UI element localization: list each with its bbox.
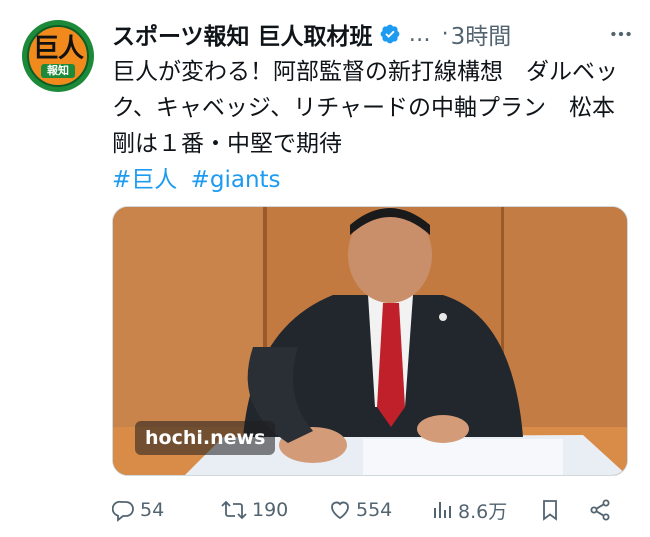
- action-bar: 54 190 554 8.6万: [110, 490, 630, 530]
- like-button[interactable]: 554: [328, 498, 392, 522]
- like-count: 554: [356, 499, 393, 521]
- heart-icon: [331, 501, 349, 520]
- views-button[interactable]: 8.6万: [432, 497, 507, 524]
- more-options-icon[interactable]: [606, 19, 636, 49]
- retweet-icon: [221, 500, 247, 520]
- hashtag-link[interactable]: #giants: [191, 167, 281, 193]
- avatar-sub-text: 報知: [41, 63, 75, 78]
- hashtag-link[interactable]: #巨人: [112, 167, 177, 193]
- tweet-timestamp[interactable]: 3時間: [451, 17, 512, 51]
- handle-truncation: …: [408, 21, 432, 47]
- reply-count: 54: [140, 499, 165, 521]
- tweet-text: 巨人が変わる！阿部監督の新打線構想 ダルベック、キャベッジ、リチャードの中軸プラ…: [112, 59, 618, 157]
- tweet-media-image[interactable]: hochi.news: [112, 206, 628, 476]
- reply-button[interactable]: 54: [112, 498, 164, 522]
- reply-icon: [112, 500, 134, 522]
- share-button[interactable]: [588, 498, 612, 522]
- avatar-main-text: 巨人: [32, 33, 84, 64]
- tweet-header: スポーツ報知 巨人取材班 … · 3時間: [112, 14, 636, 54]
- bookmark-icon: [543, 500, 557, 521]
- bookmark-button[interactable]: [538, 498, 562, 522]
- views-count: 8.6万: [458, 500, 508, 523]
- retweet-button[interactable]: 190: [220, 498, 288, 522]
- share-icon: [590, 499, 610, 521]
- views-chart-icon: [434, 502, 451, 518]
- retweet-count: 190: [252, 499, 289, 521]
- hashtag-list: #巨人 #giants: [112, 162, 287, 198]
- verified-badge-icon: [380, 24, 399, 44]
- separator-dot: ·: [441, 21, 449, 47]
- avatar[interactable]: 巨人 報知: [22, 20, 94, 92]
- avatar-logo: 巨人 報知: [27, 25, 89, 87]
- author-name[interactable]: スポーツ報知 巨人取材班: [112, 17, 373, 51]
- source-watermark: hochi.news: [135, 421, 276, 455]
